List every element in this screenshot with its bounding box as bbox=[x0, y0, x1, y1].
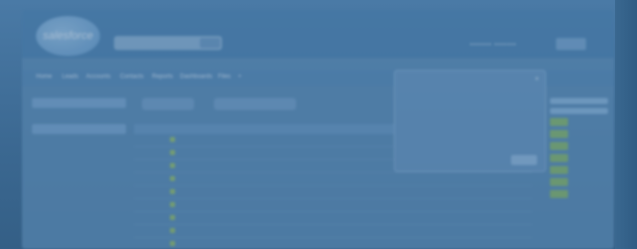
monitor-screen: salesforce ▪▪▪▪▪▪▪ ▪▪▪▪▪▪▪ Home Leads Ac… bbox=[22, 10, 614, 249]
monitor-bezel bbox=[615, 0, 637, 249]
screen-shade bbox=[22, 10, 614, 249]
